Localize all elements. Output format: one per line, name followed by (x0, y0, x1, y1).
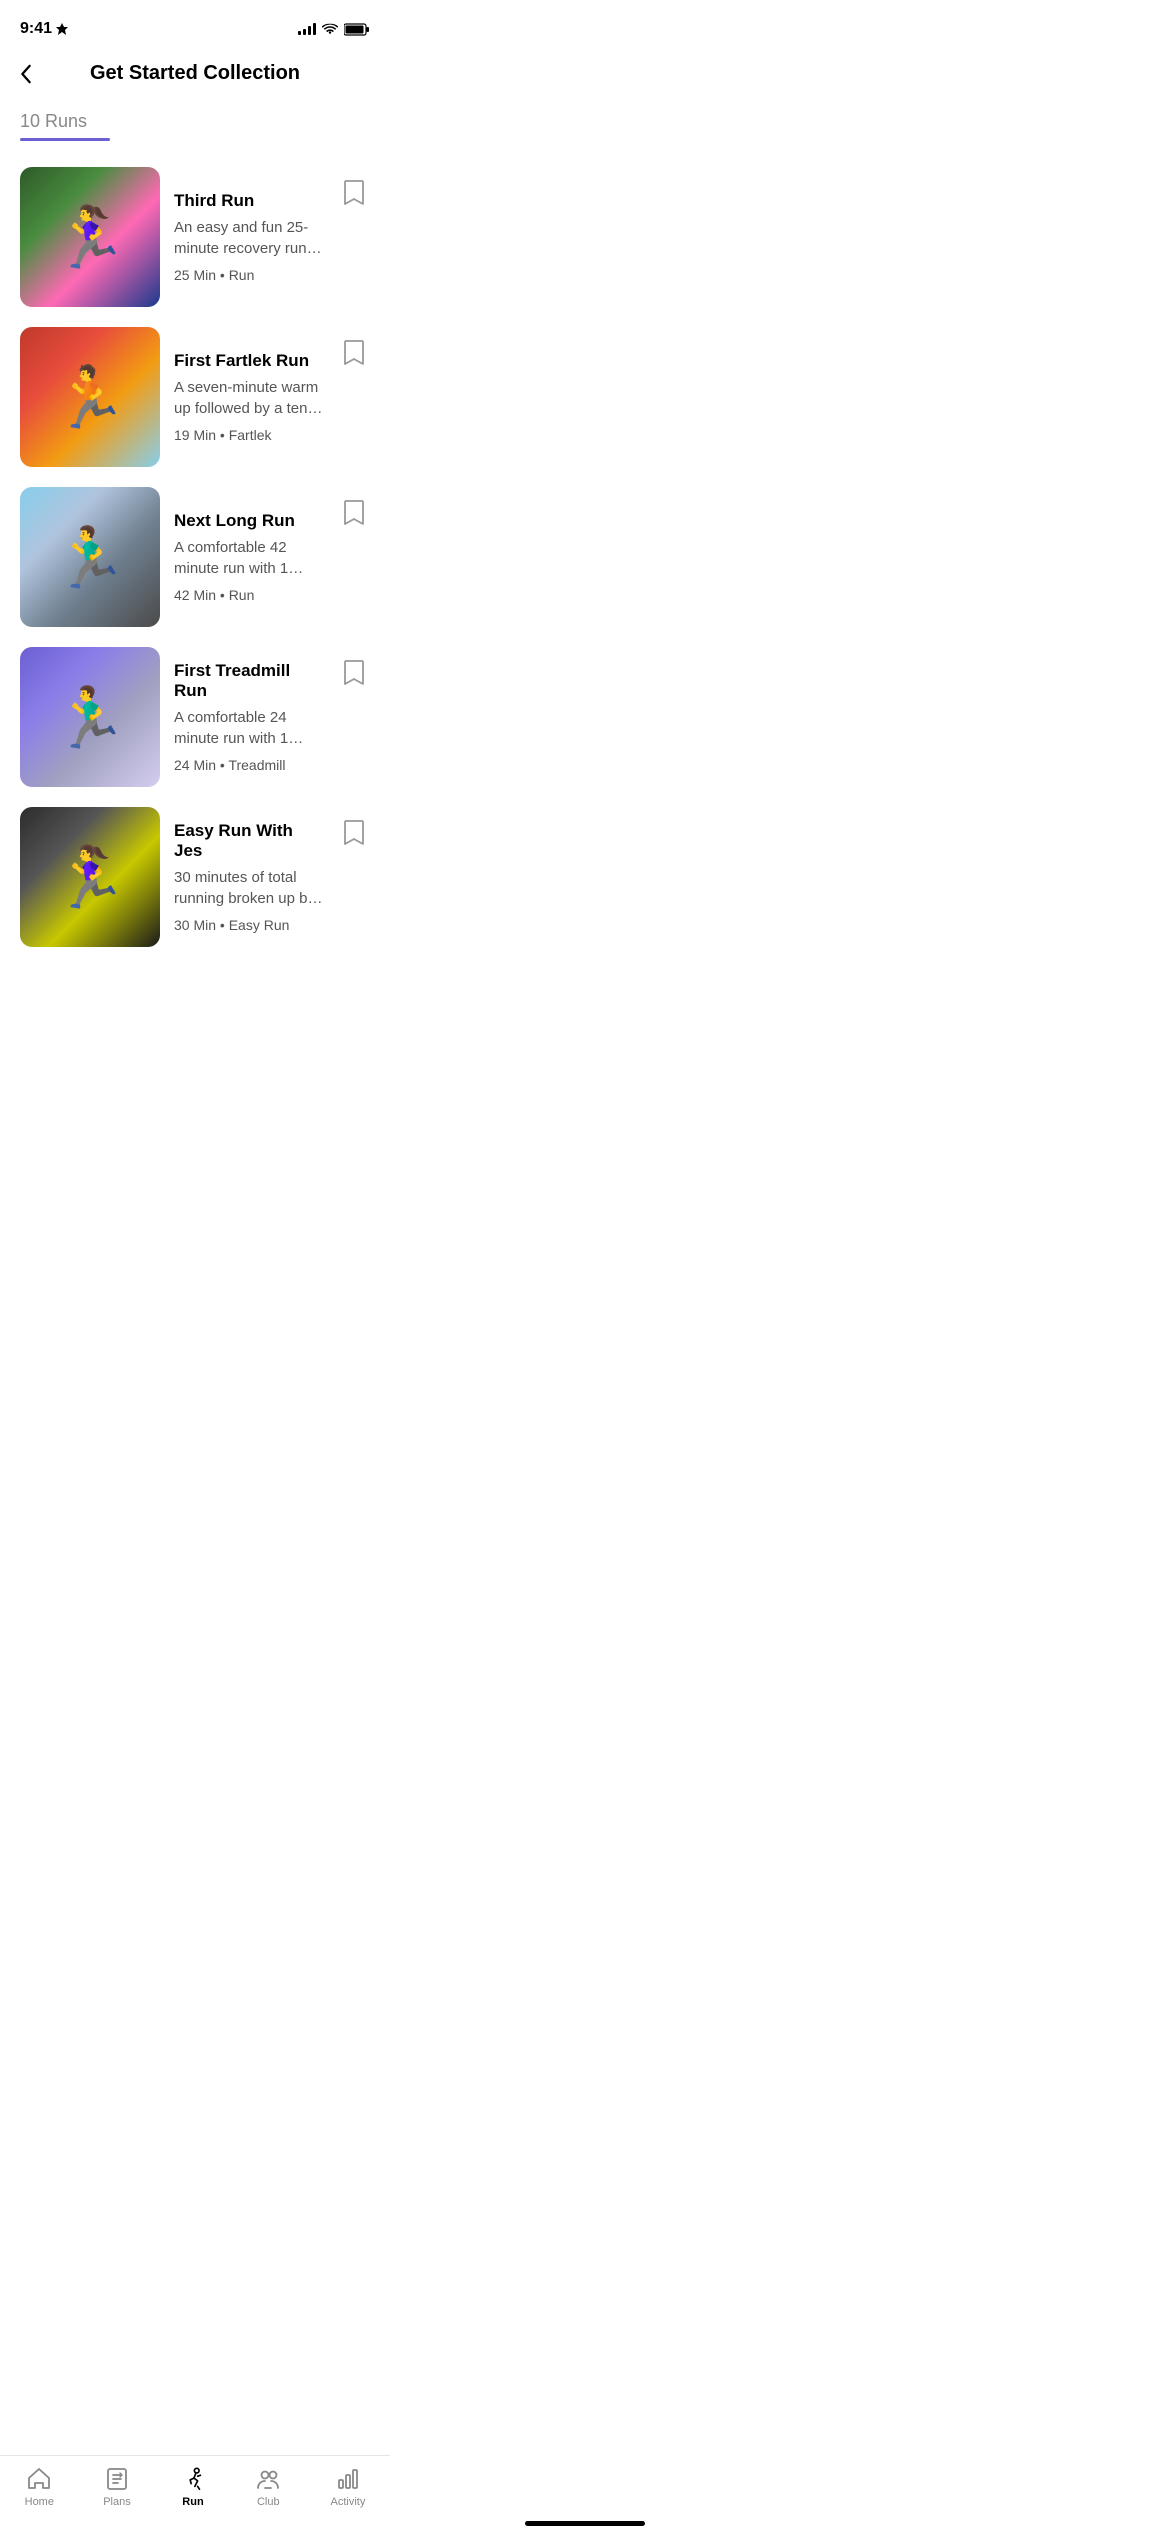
runner-figure-4: 🏃‍♂️ (20, 647, 160, 787)
run-item[interactable]: 🏃‍♀️ Easy Run With Jes 30 minutes of tot… (20, 797, 370, 957)
club-icon (255, 2466, 281, 2492)
runner-figure-1: 🏃‍♀️ (20, 167, 160, 307)
run-title-1: Third Run (174, 191, 324, 211)
run-desc-1: An easy and fun 25-minute recovery run w… (174, 217, 324, 259)
nav-label-activity: Activity (331, 2496, 366, 2508)
run-desc-4: A comfortable 24 minute run with 1 minut… (174, 707, 324, 749)
status-time: 9:41 (20, 20, 68, 38)
run-list: 🏃‍♀️ Third Run An easy and fun 25-minute… (0, 157, 390, 957)
run-title-3: Next Long Run (174, 511, 324, 531)
run-item[interactable]: 🏃 First Fartlek Run A seven-minute warm … (20, 317, 370, 477)
run-item[interactable]: 🏃‍♀️ Third Run An easy and fun 25-minute… (20, 157, 370, 317)
runner-figure-3: 🏃‍♂️ (20, 487, 160, 627)
run-icon (180, 2466, 206, 2492)
run-desc-5: 30 minutes of total running broken up by… (174, 867, 324, 909)
nav-item-activity[interactable]: Activity (315, 2466, 382, 2508)
run-info-5: Easy Run With Jes 30 minutes of total ru… (174, 821, 324, 933)
run-image-3: 🏃‍♂️ (20, 487, 160, 627)
bottom-nav: Home Plans Run (0, 2455, 390, 2532)
page-header: Get Started Collection (0, 50, 390, 101)
bookmark-button-4[interactable] (338, 655, 370, 694)
bookmark-button-2[interactable] (338, 335, 370, 374)
signal-icon (298, 23, 316, 35)
section-label: 10 Runs (0, 101, 390, 138)
page-title: Get Started Collection (90, 62, 300, 85)
run-item[interactable]: 🏃‍♂️ First Treadmill Run A comfortable 2… (20, 637, 370, 797)
run-image-4: 🏃‍♂️ (20, 647, 160, 787)
nav-label-home: Home (25, 2496, 54, 2508)
nav-item-club[interactable]: Club (239, 2466, 297, 2508)
home-indicator (525, 2521, 645, 2526)
back-button[interactable] (20, 64, 32, 84)
run-desc-2: A seven-minute warm up followed by a ten… (174, 377, 324, 419)
run-meta-2: 19 Min • Fartlek (174, 427, 324, 443)
nav-item-plans[interactable]: Plans (87, 2466, 147, 2508)
bookmark-button-5[interactable] (338, 815, 370, 854)
runner-figure-5: 🏃‍♀️ (20, 807, 160, 947)
runner-figure-2: 🏃 (20, 327, 160, 467)
status-bar: 9:41 (0, 0, 390, 50)
nav-item-home[interactable]: Home (9, 2466, 70, 2508)
content-area: 10 Runs 🏃‍♀️ Third Run An easy and fun 2… (0, 101, 390, 1047)
run-item[interactable]: 🏃‍♂️ Next Long Run A comfortable 42 minu… (20, 477, 370, 637)
activity-icon (335, 2466, 361, 2492)
home-icon (26, 2466, 52, 2492)
run-title-4: First Treadmill Run (174, 661, 324, 701)
nav-label-run: Run (182, 2496, 203, 2508)
battery-icon (344, 23, 370, 36)
run-info-4: First Treadmill Run A comfortable 24 min… (174, 661, 324, 773)
run-image-5: 🏃‍♀️ (20, 807, 160, 947)
run-meta-1: 25 Min • Run (174, 267, 324, 283)
status-icons (298, 23, 370, 36)
run-info-3: Next Long Run A comfortable 42 minute ru… (174, 511, 324, 603)
nav-label-plans: Plans (103, 2496, 131, 2508)
plans-icon (104, 2466, 130, 2492)
nav-label-club: Club (257, 2496, 280, 2508)
run-image-1: 🏃‍♀️ (20, 167, 160, 307)
nav-item-run[interactable]: Run (164, 2466, 222, 2508)
run-image-2: 🏃 (20, 327, 160, 467)
location-icon (56, 23, 68, 35)
run-title-5: Easy Run With Jes (174, 821, 324, 861)
bookmark-button-1[interactable] (338, 175, 370, 214)
bookmark-button-3[interactable] (338, 495, 370, 534)
run-meta-5: 30 Min • Easy Run (174, 917, 324, 933)
run-desc-3: A comfortable 42 minute run with 1 minut… (174, 537, 324, 579)
section-underline (20, 138, 110, 141)
run-info-1: Third Run An easy and fun 25-minute reco… (174, 191, 324, 283)
wifi-icon (322, 23, 338, 35)
run-meta-4: 24 Min • Treadmill (174, 757, 324, 773)
run-meta-3: 42 Min • Run (174, 587, 324, 603)
run-title-2: First Fartlek Run (174, 351, 324, 371)
run-info-2: First Fartlek Run A seven-minute warm up… (174, 351, 324, 443)
